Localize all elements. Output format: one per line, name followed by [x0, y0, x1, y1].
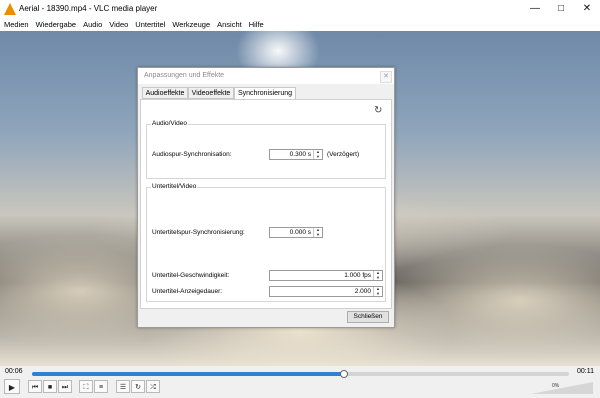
previous-icon[interactable]: ⏮	[28, 380, 42, 393]
next-icon[interactable]: ⏭	[58, 380, 72, 393]
effects-dialog: Anpassungen und Effekte ✕ Audioeffekte V…	[137, 67, 395, 328]
subtitle-speed-label: Untertitel-Geschwindigkeit:	[152, 272, 230, 279]
elapsed-time: 00:06	[5, 368, 23, 375]
playlist-icon[interactable]: ☰	[116, 380, 130, 393]
subtitle-duration-value: 2.000	[354, 288, 371, 295]
audio-video-group-title: Audio/Video	[151, 120, 188, 127]
menu-wiedergabe[interactable]: Wiedergabe	[33, 18, 79, 31]
subtitle-sync-value: 0.000 s	[289, 229, 311, 236]
minimize-icon[interactable]: —	[522, 0, 548, 18]
audio-sync-value: 0.300 s	[289, 151, 311, 158]
menu-bar: Medien Wiedergabe Audio Video Untertitel Werk…	[0, 18, 600, 32]
spin-arrows-icon[interactable]: ▲ ▼	[373, 270, 382, 280]
close-icon[interactable]: ✕	[574, 0, 600, 18]
controls-bar: 00:06 00:11 ▶ ⏮ ■ ⏭ ⛶ ≡ ☰ ↻ ⤮ 0%	[0, 366, 600, 398]
menu-video[interactable]: Video	[106, 18, 131, 31]
subtitle-sync-label: Untertitelspur-Synchronisierung:	[152, 229, 245, 236]
audio-video-group: Audio/Video Audiospur-Synchronisation: 0…	[146, 120, 386, 179]
menu-medien[interactable]: Medien	[1, 18, 32, 31]
subtitle-duration-spinbox[interactable]: 2.000 ▲ ▼	[269, 286, 383, 297]
subtitle-speed-value: 1.000 fps	[344, 272, 371, 279]
subtitle-sync-spinbox[interactable]: 0.000 s ▲ ▼	[269, 227, 323, 238]
subtitle-video-group: Untertitel/Video Untertitelspur-Synchron…	[146, 183, 386, 302]
close-button[interactable]: Schließen	[347, 311, 389, 323]
subtitle-video-group-title: Untertitel/Video	[151, 183, 198, 190]
audio-sync-spinbox[interactable]: 0.300 s ▲ ▼	[269, 149, 323, 160]
window-title: Aerial - 18390.mp4 - VLC media player	[19, 4, 158, 13]
spin-arrows-icon[interactable]: ▲ ▼	[313, 149, 322, 159]
dialog-title-bar: Anpassungen und Effekte ✕	[138, 68, 394, 84]
volume-slider[interactable]	[531, 382, 593, 394]
title-bar: Aerial - 18390.mp4 - VLC media player — …	[0, 0, 600, 18]
tab-videoeffekte[interactable]: Videoeffekte	[188, 87, 234, 99]
sync-panel: ↻ Audio/Video Audiospur-Synchronisation:…	[140, 99, 392, 309]
play-icon[interactable]: ▶	[4, 379, 20, 394]
total-time: 00:11	[577, 368, 594, 375]
subtitle-duration-label: Untertitel-Anzeigedauer:	[152, 288, 223, 295]
vlc-cone-icon	[4, 3, 16, 15]
fullscreen-icon[interactable]: ⛶	[79, 380, 93, 393]
tab-audioeffekte[interactable]: Audioeffekte	[142, 87, 188, 99]
stop-icon[interactable]: ■	[43, 380, 57, 393]
spin-arrows-icon[interactable]: ▲ ▼	[313, 227, 322, 237]
extended-settings-icon[interactable]: ≡	[94, 380, 108, 393]
volume-percent: 0%	[552, 383, 560, 389]
subtitle-speed-spinbox[interactable]: 1.000 fps ▲ ▼	[269, 270, 383, 281]
dialog-title: Anpassungen und Effekte	[144, 72, 225, 79]
shuffle-icon[interactable]: ⤮	[146, 380, 160, 393]
loop-icon[interactable]: ↻	[131, 380, 145, 393]
maximize-icon[interactable]: □	[548, 0, 574, 18]
menu-hilfe[interactable]: Hilfe	[246, 18, 267, 31]
menu-untertitel[interactable]: Untertitel	[132, 18, 168, 31]
menu-ansicht[interactable]: Ansicht	[214, 18, 245, 31]
menu-audio[interactable]: Audio	[80, 18, 105, 31]
seek-bar[interactable]	[32, 370, 569, 378]
audio-sync-note: (Verzögert)	[327, 151, 360, 158]
seek-bar-handle[interactable]	[340, 370, 349, 378]
dialog-close-icon[interactable]: ✕	[380, 71, 392, 83]
audio-sync-label: Audiospur-Synchronisation:	[152, 151, 232, 158]
reset-icon[interactable]: ↻	[374, 105, 382, 116]
spin-arrows-icon[interactable]: ▲ ▼	[373, 286, 382, 296]
menu-werkzeuge[interactable]: Werkzeuge	[169, 18, 213, 31]
seek-bar-fill	[32, 372, 344, 376]
